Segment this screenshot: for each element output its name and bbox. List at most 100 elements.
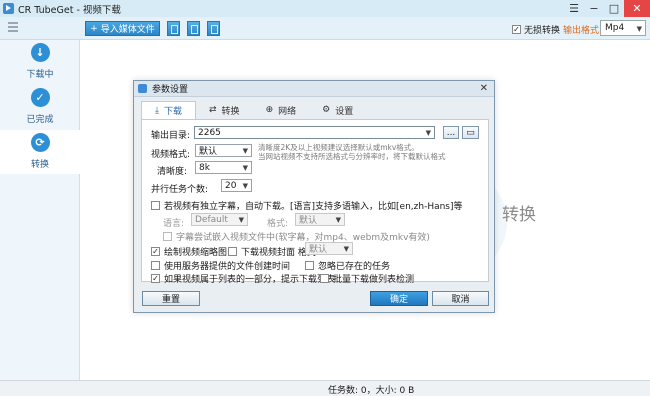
sidebar-item-downloading[interactable]: ↓ 下载中 — [0, 40, 80, 84]
download-settings-panel: 输出目录: 2265 ▼ ... ▭ 视频格式: 默认 ▼ 清晰度2K及以上视频… — [141, 119, 489, 285]
checkbox-box[interactable]: ✓ — [151, 247, 160, 256]
toolbar-tool-2-button[interactable] — [187, 21, 200, 36]
sidebar-item-label: 已完成 — [26, 115, 54, 125]
app-logo-icon — [3, 3, 14, 14]
resolution-select[interactable]: 8k ▼ — [195, 161, 252, 174]
output-format-label: 输出格式: — [563, 26, 603, 36]
checkbox-box[interactable] — [151, 201, 160, 210]
ok-label: 确定 — [389, 295, 408, 305]
close-button[interactable]: ✕ — [624, 0, 650, 17]
video-format-select[interactable]: 默认 ▼ — [195, 144, 252, 157]
tab-label: 转换 — [221, 106, 240, 117]
cancel-label: 取消 — [451, 295, 470, 305]
sidebar: ↓ 下载中 ✓ 已完成 ⟳ 转换 — [0, 40, 80, 380]
sidebar-item-completed[interactable]: ✓ 已完成 — [0, 85, 80, 129]
parallel-tasks-value: 20 — [225, 180, 237, 191]
checkbox-box[interactable] — [320, 274, 329, 283]
output-format-select[interactable]: Mp4 ▼ — [600, 20, 646, 36]
playlist-prompt-label: 如果视频属于列表的一部分，提示下载列表 — [164, 275, 336, 285]
status-text: 任务数: 0，大小: 0 B — [328, 386, 415, 396]
menu-button[interactable]: ☰ — [564, 0, 584, 17]
output-format-value: Mp4 — [605, 23, 625, 33]
cancel-button[interactable]: 取消 — [432, 291, 489, 306]
subtitle-language-select[interactable]: Default ▼ — [191, 213, 248, 226]
reset-label: 重置 — [161, 295, 180, 305]
checkbox-box[interactable]: ✓ — [512, 25, 521, 34]
server-time-label: 使用服务器提供的文件创建时间 — [164, 262, 291, 272]
chevron-down-icon: ▼ — [425, 129, 431, 137]
reset-button[interactable]: 重置 — [142, 291, 200, 306]
title-bar: CR TubeGet - 视频下载 ☰ − □ ✕ — [0, 0, 650, 17]
embed-subtitle-checkbox[interactable]: 字幕尝试嵌入视频文件中(软字幕，对mp4、webm及mkv有效) — [163, 230, 430, 243]
cover-format-select[interactable]: 默认 ▼ — [305, 242, 353, 255]
convert-icon: ⟳ — [30, 133, 50, 152]
dialog-close-icon[interactable]: ✕ — [480, 83, 488, 94]
subtitle-format-value: 默认 — [299, 216, 318, 226]
checkbox-box[interactable] — [163, 232, 172, 241]
output-dir-input[interactable]: 2265 ▼ — [194, 126, 435, 139]
chevron-down-icon: ▼ — [335, 216, 341, 224]
tab-label: 网络 — [278, 106, 297, 117]
dialog-title: 参数设置 — [152, 85, 189, 95]
dialog-tabs: ⤓ 下载 ⇄ 转换 ⊕ 网络 ⚙ 设置 — [141, 101, 366, 119]
playlist-prompt-checkbox[interactable]: ✓ 如果视频属于列表的一部分，提示下载列表 — [151, 272, 335, 285]
maximize-button[interactable]: □ — [604, 0, 624, 17]
tab-network[interactable]: ⊕ 网络 — [253, 101, 310, 119]
check-icon: ✓ — [30, 88, 50, 107]
sidebar-item-label: 转换 — [30, 160, 49, 170]
subtitle-language-value: Default — [195, 214, 228, 225]
output-dir-label: 输出目录: — [151, 131, 191, 141]
parallel-tasks-label: 并行任务个数: — [151, 185, 209, 195]
tab-label: 下载 — [163, 107, 182, 117]
ignore-existing-checkbox[interactable]: 忽略已存在的任务 — [305, 259, 390, 272]
convert-background-label: 转换 — [502, 205, 536, 225]
tab-settings[interactable]: ⚙ 设置 — [309, 101, 366, 119]
thumbnail-label: 绘制视频缩略图 — [164, 248, 228, 258]
minimize-button[interactable]: − — [584, 0, 604, 17]
import-media-button[interactable]: + 导入媒体文件 — [85, 21, 160, 36]
browse-button[interactable]: ... — [443, 126, 459, 139]
video-format-label: 视频格式: — [151, 150, 191, 160]
tab-label: 设置 — [335, 106, 354, 117]
plus-icon: + — [90, 23, 98, 34]
server-time-checkbox[interactable]: 使用服务器提供的文件创建时间 — [151, 259, 290, 272]
checkbox-box[interactable]: ✓ — [151, 274, 160, 283]
ignore-existing-label: 忽略已存在的任务 — [318, 262, 391, 272]
gear-icon: ⚙ — [322, 105, 331, 115]
tab-convert[interactable]: ⇄ 转换 — [196, 101, 253, 119]
batch-detect-label: 批量下载做列表检测 — [333, 275, 415, 285]
sidebar-item-label: 下载中 — [26, 70, 54, 80]
checkbox-box[interactable] — [305, 261, 314, 270]
open-folder-button[interactable]: ▭ — [462, 126, 479, 139]
toolbar-tool-3-button[interactable] — [207, 21, 220, 36]
import-media-label: 导入媒体文件 — [100, 25, 155, 35]
dialog-logo-icon — [138, 84, 147, 93]
subtitle-format-label: 格式: — [267, 219, 289, 229]
browse-label: ... — [446, 127, 456, 138]
settings-dialog: 参数设置 ✕ ⤓ 下载 ⇄ 转换 ⊕ 网络 ⚙ 设置 输出目录: 2265 ▼ … — [133, 80, 495, 313]
batch-detect-checkbox[interactable]: 批量下载做列表检测 — [320, 272, 414, 285]
checkbox-box[interactable] — [228, 247, 237, 256]
ok-button[interactable]: 确定 — [370, 291, 428, 306]
format-note-line-1: 清晰度2K及以上视频建议选择默认或mkv格式。 — [258, 143, 419, 152]
cover-format-value: 默认 — [309, 245, 328, 255]
status-bar: 任务数: 0，大小: 0 B — [0, 380, 650, 396]
toolbar-tool-1-button[interactable] — [167, 21, 180, 36]
dialog-title-bar: 参数设置 — [134, 81, 494, 97]
convert-icon: ⇄ — [209, 105, 217, 115]
window-title: CR TubeGet - 视频下载 — [18, 4, 121, 16]
tab-download[interactable]: ⤓ 下载 — [141, 101, 196, 119]
subtitle-format-select[interactable]: 默认 ▼ — [295, 213, 345, 226]
globe-icon: ⊕ — [265, 105, 274, 115]
download-icon: ⤓ — [155, 105, 159, 116]
subtitle-download-checkbox[interactable]: 若视频有独立字幕，自动下载。[语言]支持多语输入，比如[en,zh-Hans]等 — [151, 199, 463, 212]
menu-list-icon[interactable] — [8, 22, 18, 34]
thumbnail-checkbox[interactable]: ✓ 绘制视频缩略图 — [151, 245, 227, 258]
resolution-label: 清晰度: — [157, 167, 188, 177]
lossless-convert-checkbox[interactable]: ✓ 无损转换 — [512, 23, 560, 36]
video-format-value: 默认 — [199, 147, 218, 157]
checkbox-box[interactable] — [151, 261, 160, 270]
format-note-line-2: 当网站视频不支持所选格式与分辨率时，将下载默认格式 — [258, 152, 446, 161]
parallel-tasks-select[interactable]: 20 ▼ — [221, 179, 252, 192]
sidebar-item-convert[interactable]: ⟳ 转换 — [0, 130, 80, 174]
